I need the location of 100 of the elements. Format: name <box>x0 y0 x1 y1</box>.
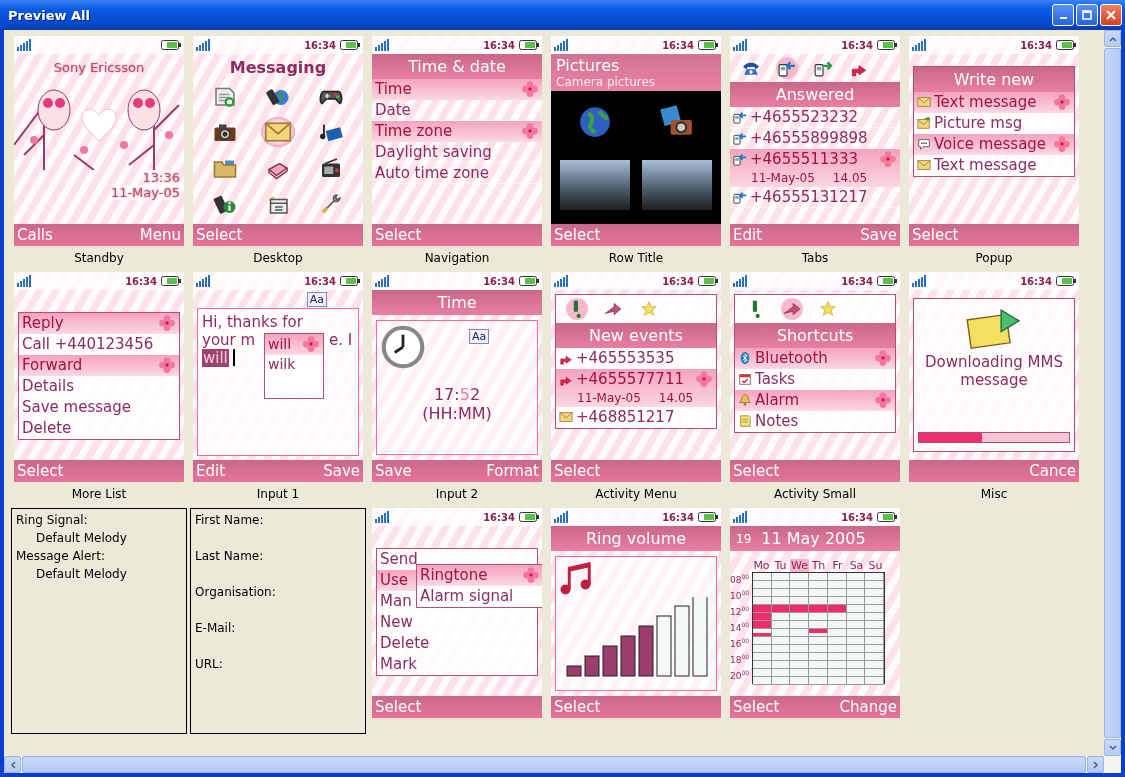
softkey-label[interactable]: Save <box>860 226 897 244</box>
time-slot[interactable] <box>865 673 885 677</box>
time-slot[interactable] <box>865 577 885 581</box>
softkey-label[interactable]: Save <box>375 462 412 480</box>
minimize-button[interactable] <box>1052 4 1074 26</box>
text-input-field[interactable]: Hi, thanks for your m e. I will will wilk <box>197 308 359 456</box>
time-slot[interactable] <box>865 629 885 633</box>
list-item[interactable]: Time zone <box>372 121 542 142</box>
list-item[interactable]: Forward <box>19 355 179 376</box>
tab[interactable] <box>776 57 798 79</box>
time-slot[interactable] <box>865 625 885 629</box>
time-slot[interactable] <box>865 657 885 661</box>
time-slot[interactable] <box>865 613 885 617</box>
scrollbar-thumb[interactable] <box>22 756 1086 773</box>
list-item[interactable]: wilk <box>265 355 323 374</box>
softkey-label[interactable]: Select <box>554 462 601 480</box>
softkey-label[interactable]: Format <box>486 462 539 480</box>
list-item[interactable]: Alarm signal <box>417 586 542 607</box>
time-input-field[interactable]: Aa 17:52 (HH:MM) <box>376 320 538 455</box>
time-slot[interactable] <box>865 601 885 605</box>
time-slot[interactable] <box>865 665 885 669</box>
list-item[interactable]: Mark <box>377 654 537 675</box>
list-item[interactable]: Auto time zone <box>372 163 542 184</box>
time-slot[interactable] <box>865 589 885 593</box>
maximize-button[interactable] <box>1076 4 1098 26</box>
list-item[interactable]: Text message <box>914 155 1074 176</box>
menu-tile[interactable] <box>261 117 295 147</box>
time-slot[interactable] <box>865 661 885 665</box>
list-item[interactable]: Notes <box>735 411 895 432</box>
time-slot[interactable] <box>865 637 885 641</box>
time-slot[interactable] <box>865 617 885 621</box>
time-slot[interactable] <box>865 641 885 645</box>
time-slot[interactable] <box>865 605 885 609</box>
list-item[interactable]: +468851217 <box>556 407 716 428</box>
time-slot[interactable] <box>865 681 885 685</box>
softkey-label[interactable]: Edit <box>733 226 763 244</box>
list-item[interactable]: Voice message <box>914 134 1074 155</box>
tab[interactable] <box>781 298 803 320</box>
list-item[interactable]: Daylight saving <box>372 142 542 163</box>
photo-placeholder[interactable] <box>560 160 630 211</box>
softkey-label[interactable]: Select <box>17 462 64 480</box>
scroll-up-button[interactable] <box>1104 30 1121 47</box>
list-item[interactable]: Ringtone <box>417 565 542 586</box>
softkey-label[interactable]: Select <box>554 698 601 716</box>
list-item[interactable]: +4655511333 11-May-05 14.05 <box>730 149 900 187</box>
time-slot[interactable] <box>865 609 885 613</box>
time-slot[interactable] <box>865 649 885 653</box>
time-value[interactable]: 17:52 <box>433 385 481 404</box>
softkey-label[interactable]: Calls <box>17 226 53 244</box>
scroll-down-button[interactable] <box>1104 739 1121 756</box>
time-slot[interactable] <box>865 593 885 597</box>
list-item[interactable]: Delete <box>19 418 179 439</box>
list-item[interactable]: Text message <box>914 92 1074 113</box>
weekday[interactable]: Mo <box>752 559 771 572</box>
weekday[interactable]: Su <box>866 559 885 572</box>
weekday[interactable]: Th <box>809 559 828 572</box>
list-item[interactable]: will <box>265 334 323 355</box>
time-slot[interactable] <box>865 585 885 589</box>
tab[interactable] <box>566 298 588 320</box>
scroll-left-button[interactable] <box>4 756 21 773</box>
time-slot[interactable] <box>865 653 885 657</box>
softkey-label[interactable]: Menu <box>139 226 181 244</box>
list-item[interactable]: Details <box>19 376 179 397</box>
weekday[interactable]: Fr <box>828 559 847 572</box>
softkey-label[interactable]: Select <box>733 698 780 716</box>
list-item[interactable]: Bluetooth <box>735 348 895 369</box>
time-slot[interactable] <box>865 597 885 601</box>
scrollbar-thumb[interactable] <box>1104 48 1121 738</box>
softkey-label[interactable]: Select <box>196 226 243 244</box>
list-item[interactable]: +4655523232 <box>730 107 900 128</box>
list-item[interactable]: Alarm <box>735 390 895 411</box>
weekday[interactable]: Tu <box>771 559 790 572</box>
time-slot[interactable] <box>865 633 885 637</box>
photo-placeholder[interactable] <box>642 160 712 211</box>
softkey-label[interactable]: Select <box>375 226 422 244</box>
softkey-label[interactable]: Cance <box>1029 462 1076 480</box>
softkey-label[interactable]: Select <box>912 226 959 244</box>
list-item[interactable]: +46555131217 <box>730 187 900 208</box>
softkey-label[interactable]: Save <box>323 462 360 480</box>
weekday[interactable]: We <box>790 559 809 572</box>
time-slot[interactable] <box>865 669 885 673</box>
list-item[interactable]: +4655577711 11-May-05 14.05 <box>556 369 716 407</box>
scroll-right-button[interactable] <box>1087 756 1104 773</box>
close-button[interactable] <box>1100 4 1122 26</box>
softkey-label[interactable]: Select <box>375 698 422 716</box>
list-item[interactable]: Reply <box>19 313 179 334</box>
time-slot[interactable] <box>865 645 885 649</box>
list-item[interactable]: New <box>377 612 537 633</box>
time-slot[interactable] <box>865 677 885 681</box>
softkey-label[interactable]: Edit <box>196 462 226 480</box>
time-slot[interactable] <box>865 621 885 625</box>
softkey-label[interactable]: Change <box>839 698 897 716</box>
time-slot[interactable] <box>865 573 885 577</box>
weekday[interactable]: Sa <box>847 559 866 572</box>
list-item[interactable]: Time <box>372 79 542 100</box>
time-slot[interactable] <box>865 581 885 585</box>
list-item[interactable]: Save message <box>19 397 179 418</box>
softkey-label[interactable]: Select <box>733 462 780 480</box>
softkey-label[interactable]: Select <box>554 226 601 244</box>
list-item[interactable]: Delete <box>377 633 537 654</box>
